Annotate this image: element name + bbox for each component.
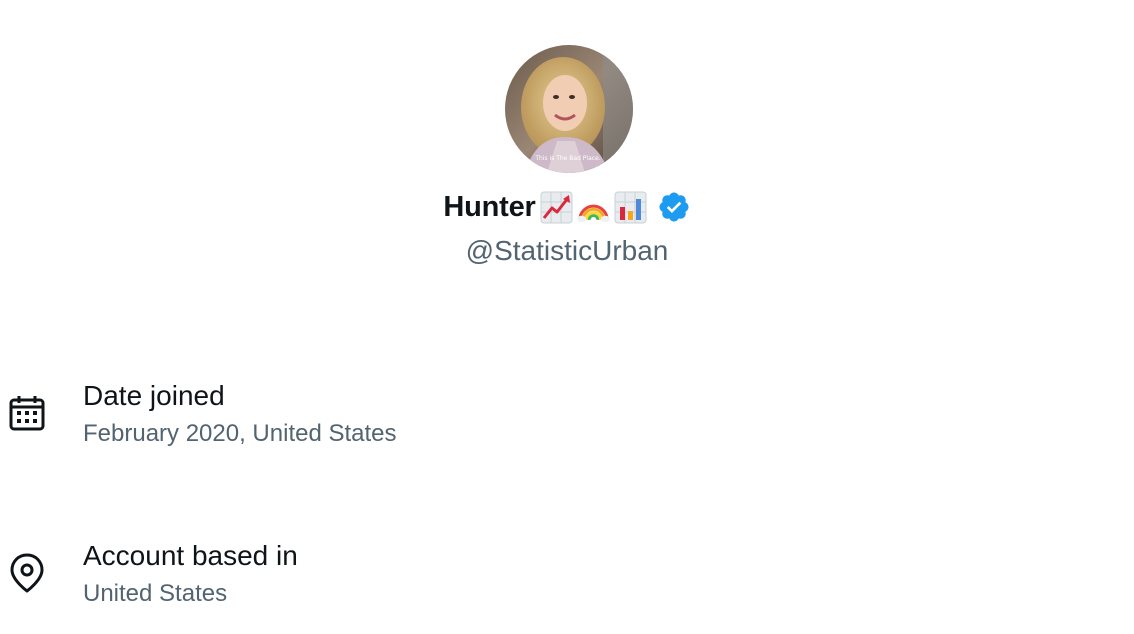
date-joined-row: Date joined February 2020, United States [0,380,1134,460]
avatar-caption: This is The Bad Place. [534,155,600,162]
date-joined-label: Date joined [83,380,225,411]
avatar-image: This is The Bad Place. [505,45,633,173]
calendar-icon [8,394,46,432]
display-name-row: Hunter [0,190,1134,224]
location-pin-icon [8,552,46,593]
about-account-page: This is The Bad Place. Hunter @Statistic… [0,0,1134,634]
account-based-in-row: Account based in United States [0,540,1134,620]
display-name: Hunter [443,190,536,223]
chart-increasing-emoji [540,191,573,224]
date-joined-value: February 2020, United States [83,420,397,447]
account-based-in-value: United States [83,580,228,607]
rainbow-emoji [576,191,610,224]
bar-chart-emoji [614,191,647,224]
profile-handle[interactable]: @StatisticUrban [0,235,1134,267]
verified-badge-icon[interactable] [657,190,691,224]
profile-avatar[interactable]: This is The Bad Place. [505,45,633,173]
account-based-in-label: Account based in [83,540,298,571]
